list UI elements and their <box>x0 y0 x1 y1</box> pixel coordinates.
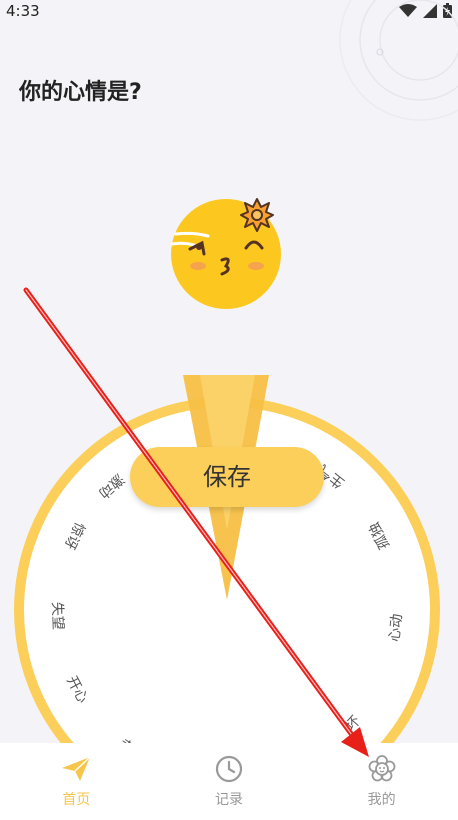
mood-option-label: 心动 <box>387 613 406 643</box>
tab-home-label: 首页 <box>62 792 91 808</box>
mood-option-label: 失望 <box>49 602 66 631</box>
clock-icon <box>215 755 243 783</box>
tab-home[interactable]: 首页 <box>0 743 153 820</box>
tab-mine[interactable]: 我的 <box>305 743 458 820</box>
flower-icon <box>368 755 396 782</box>
tab-mine-label: 我的 <box>367 792 396 808</box>
tab-records[interactable]: 记录 <box>153 743 306 820</box>
tab-records-label: 记录 <box>215 792 243 808</box>
paper-plane-icon <box>62 756 91 781</box>
bottom-tab-bar: 首页 记录 我的 <box>0 743 458 820</box>
save-button[interactable]: 保存 <box>130 447 324 507</box>
mood-wheel[interactable]: 激动惊讶失望开心幸福安静平静坏心动孤独生气 <box>0 0 458 820</box>
